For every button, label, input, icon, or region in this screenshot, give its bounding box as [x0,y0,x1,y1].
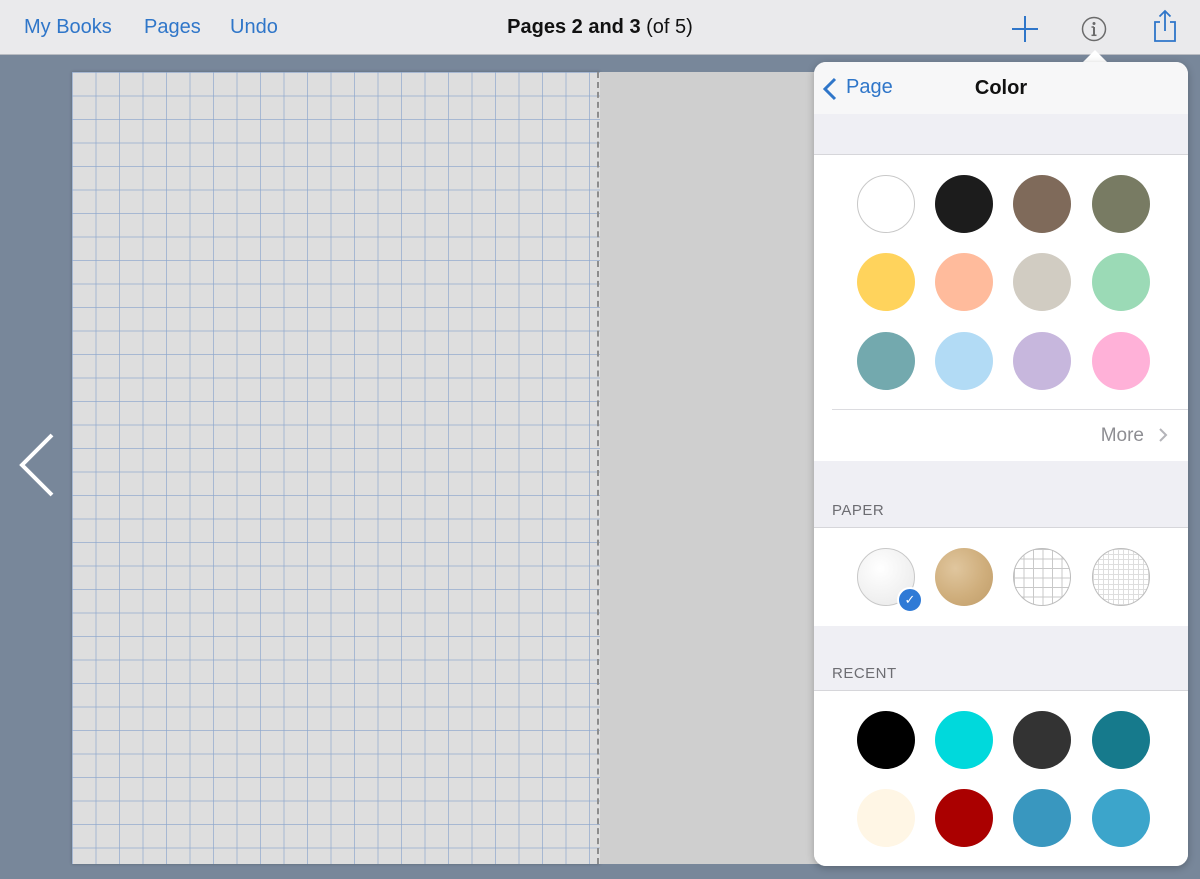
color-swatch[interactable] [857,253,915,311]
color-swatch[interactable] [1013,332,1071,390]
color-swatch[interactable] [857,175,915,233]
paper-section: ✓ [814,527,1188,627]
recent-color-swatch[interactable] [935,711,993,769]
color-swatch[interactable] [935,332,993,390]
color-swatch[interactable] [1092,332,1150,390]
info-icon[interactable] [1081,16,1107,42]
recent-colors-section [814,690,1188,866]
chevron-right-icon [1159,428,1168,442]
recent-color-swatch[interactable] [1013,711,1071,769]
recent-color-swatch[interactable] [935,789,993,847]
share-icon[interactable] [1152,9,1178,43]
recent-color-swatch[interactable] [1092,789,1150,847]
color-swatch[interactable] [935,253,993,311]
popover-header: Page Color [814,62,1188,115]
selected-check-icon: ✓ [897,587,923,613]
recent-color-swatch[interactable] [857,711,915,769]
section-spacer [814,114,1188,154]
fine-grid-paper-option[interactable] [1092,548,1150,606]
color-popover: Page Color More PAPER ✓ RECENT [814,62,1188,866]
left-page-grid[interactable] [72,72,600,864]
color-swatch[interactable] [1092,253,1150,311]
previous-page-chevron-icon[interactable] [16,432,56,498]
color-swatch[interactable] [1013,253,1071,311]
color-swatch[interactable] [935,175,993,233]
recent-color-swatch[interactable] [1092,711,1150,769]
color-swatch[interactable] [1092,175,1150,233]
kraft-paper-option[interactable] [935,548,993,606]
more-label: More [1100,425,1144,446]
page-title-count: (of 5) [646,16,693,38]
book-spine [597,72,599,864]
color-swatch[interactable] [857,332,915,390]
top-toolbar: My Books Pages Undo Pages 2 and 3 (of 5) [0,0,1200,55]
popover-title: Color [974,77,1028,99]
grid-paper-option[interactable] [1013,548,1071,606]
add-icon[interactable] [1011,15,1039,43]
color-swatch[interactable] [1013,175,1071,233]
recent-section-label: RECENT [832,665,897,682]
recent-color-swatch[interactable] [857,789,915,847]
page-title-main: Pages 2 and 3 [507,16,641,38]
recent-color-swatch[interactable] [1013,789,1071,847]
more-colors-row[interactable]: More [832,409,1188,462]
paper-section-label: PAPER [832,502,885,519]
